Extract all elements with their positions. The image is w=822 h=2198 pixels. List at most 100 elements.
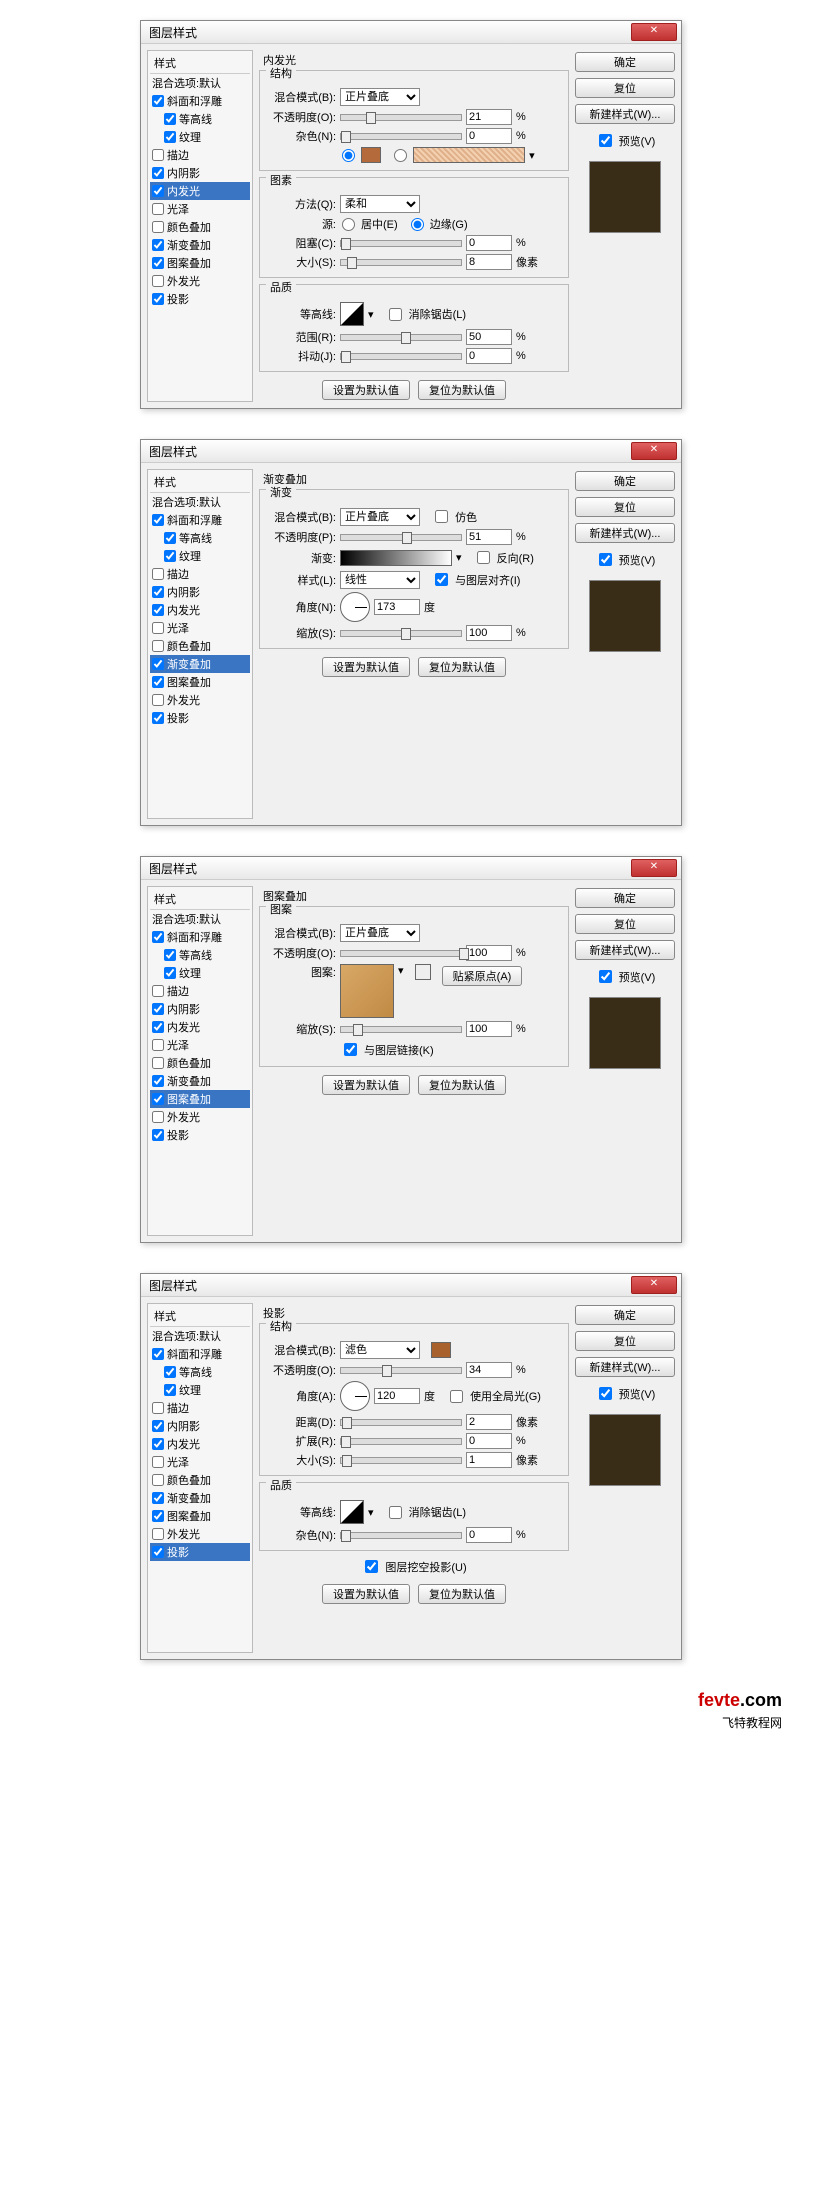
preview-checkbox[interactable]: [599, 553, 612, 566]
choke-slider[interactable]: [340, 240, 462, 247]
preview-checkbox[interactable]: [599, 1387, 612, 1400]
spread-input[interactable]: [466, 1433, 512, 1449]
noise-slider[interactable]: [340, 133, 462, 140]
dropdown-icon[interactable]: ▾: [456, 551, 462, 564]
blending-options[interactable]: 混合选项:默认: [150, 74, 250, 92]
style-texture[interactable]: 纹理: [150, 547, 250, 565]
close-icon[interactable]: ✕: [631, 1276, 677, 1294]
style-satin[interactable]: 光泽: [150, 1453, 250, 1471]
style-bevel[interactable]: 斜面和浮雕: [150, 928, 250, 946]
size-slider[interactable]: [340, 1457, 462, 1464]
style-bevel[interactable]: 斜面和浮雕: [150, 92, 250, 110]
color-swatch[interactable]: [431, 1342, 451, 1358]
blending-options[interactable]: 混合选项:默认: [150, 1327, 250, 1345]
noise-input[interactable]: [466, 1527, 512, 1543]
noise-input[interactable]: [466, 128, 512, 144]
style-stroke[interactable]: 描边: [150, 1399, 250, 1417]
cancel-button[interactable]: 复位: [575, 914, 675, 934]
titlebar[interactable]: 图层样式 ✕: [141, 857, 681, 880]
close-icon[interactable]: ✕: [631, 442, 677, 460]
style-outer-glow[interactable]: 外发光: [150, 1108, 250, 1126]
link-layer-checkbox[interactable]: [344, 1043, 357, 1056]
style-color-overlay[interactable]: 颜色叠加: [150, 1471, 250, 1489]
make-default-button[interactable]: 设置为默认值: [322, 380, 410, 400]
make-default-button[interactable]: 设置为默认值: [322, 1075, 410, 1095]
reset-default-button[interactable]: 复位为默认值: [418, 1584, 506, 1604]
spread-slider[interactable]: [340, 1438, 462, 1445]
opacity-slider[interactable]: [340, 114, 462, 121]
dropdown-icon[interactable]: ▾: [368, 308, 374, 321]
new-style-button[interactable]: 新建样式(W)...: [575, 104, 675, 124]
dropdown-icon[interactable]: ▾: [398, 964, 404, 977]
jitter-input[interactable]: [466, 348, 512, 364]
style-inner-shadow[interactable]: 内阴影: [150, 1417, 250, 1435]
ok-button[interactable]: 确定: [575, 471, 675, 491]
close-icon[interactable]: ✕: [631, 23, 677, 41]
style-pattern-overlay[interactable]: 图案叠加: [150, 1507, 250, 1525]
close-icon[interactable]: ✕: [631, 859, 677, 877]
new-style-button[interactable]: 新建样式(W)...: [575, 1357, 675, 1377]
source-gradient-radio[interactable]: [394, 149, 407, 162]
pattern-swatch[interactable]: [340, 964, 394, 1018]
style-inner-glow[interactable]: 内发光: [150, 1435, 250, 1453]
style-bevel[interactable]: 斜面和浮雕: [150, 1345, 250, 1363]
scale-input[interactable]: [466, 1021, 512, 1037]
style-gradient-overlay[interactable]: 渐变叠加: [150, 236, 250, 254]
blend-mode-select[interactable]: 正片叠底: [340, 88, 420, 106]
align-checkbox[interactable]: [435, 573, 448, 586]
snap-origin-button[interactable]: 贴紧原点(A): [442, 966, 523, 986]
knockout-checkbox[interactable]: [365, 1560, 378, 1573]
style-inner-glow[interactable]: 内发光: [150, 601, 250, 619]
style-drop-shadow[interactable]: 投影: [150, 709, 250, 727]
titlebar[interactable]: 图层样式 ✕: [141, 1274, 681, 1297]
style-color-overlay[interactable]: 颜色叠加: [150, 218, 250, 236]
opacity-input[interactable]: [466, 1362, 512, 1378]
ok-button[interactable]: 确定: [575, 888, 675, 908]
preview-checkbox[interactable]: [599, 970, 612, 983]
style-satin[interactable]: 光泽: [150, 1036, 250, 1054]
opacity-input[interactable]: [466, 109, 512, 125]
range-input[interactable]: [466, 329, 512, 345]
titlebar[interactable]: 图层样式 ✕: [141, 440, 681, 463]
opacity-slider[interactable]: [340, 1367, 462, 1374]
dither-checkbox[interactable]: [435, 510, 448, 523]
new-preset-icon[interactable]: [415, 964, 431, 980]
style-drop-shadow[interactable]: 投影: [150, 1126, 250, 1144]
gradient-swatch[interactable]: [340, 550, 452, 566]
cancel-button[interactable]: 复位: [575, 78, 675, 98]
jitter-slider[interactable]: [340, 353, 462, 360]
size-input[interactable]: [466, 1452, 512, 1468]
distance-input[interactable]: [466, 1414, 512, 1430]
scale-slider[interactable]: [340, 1026, 462, 1033]
style-satin[interactable]: 光泽: [150, 200, 250, 218]
global-light-checkbox[interactable]: [450, 1390, 463, 1403]
antialias-checkbox[interactable]: [389, 308, 402, 321]
reverse-checkbox[interactable]: [477, 551, 490, 564]
style-texture[interactable]: 纹理: [150, 1381, 250, 1399]
style-texture[interactable]: 纹理: [150, 964, 250, 982]
angle-input[interactable]: [374, 599, 420, 615]
style-inner-shadow[interactable]: 内阴影: [150, 583, 250, 601]
style-stroke[interactable]: 描边: [150, 565, 250, 583]
style-inner-glow[interactable]: 内发光: [150, 1018, 250, 1036]
color-swatch[interactable]: [361, 147, 381, 163]
choke-input[interactable]: [466, 235, 512, 251]
source-edge-radio[interactable]: [411, 218, 424, 231]
source-center-radio[interactable]: [342, 218, 355, 231]
style-pattern-overlay[interactable]: 图案叠加: [150, 254, 250, 272]
style-color-overlay[interactable]: 颜色叠加: [150, 1054, 250, 1072]
gradient-swatch[interactable]: [413, 147, 525, 163]
size-slider[interactable]: [340, 259, 462, 266]
reset-default-button[interactable]: 复位为默认值: [418, 1075, 506, 1095]
titlebar[interactable]: 图层样式 ✕: [141, 21, 681, 44]
style-inner-glow[interactable]: 内发光: [150, 182, 250, 200]
style-gradient-overlay[interactable]: 渐变叠加: [150, 655, 250, 673]
style-satin[interactable]: 光泽: [150, 619, 250, 637]
style-gradient-overlay[interactable]: 渐变叠加: [150, 1489, 250, 1507]
blend-mode-select[interactable]: 正片叠底: [340, 924, 420, 942]
opacity-slider[interactable]: [340, 950, 462, 957]
distance-slider[interactable]: [340, 1419, 462, 1426]
blend-mode-select[interactable]: 滤色: [340, 1341, 420, 1359]
blend-mode-select[interactable]: 正片叠底: [340, 508, 420, 526]
opacity-slider[interactable]: [340, 534, 462, 541]
